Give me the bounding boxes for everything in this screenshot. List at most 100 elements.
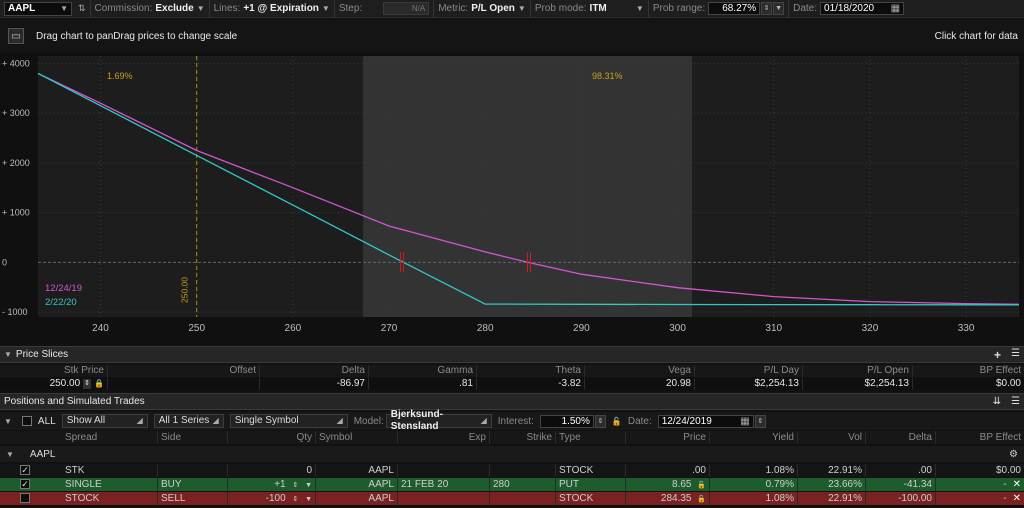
risk-profile-chart[interactable]: 240 250 260 270 280 290 300 310 320 330 + 4000 + 30… bbox=[0, 53, 1024, 344]
col-side: Side bbox=[158, 431, 228, 444]
delta-cell: .00 bbox=[866, 464, 936, 477]
lines-label: Lines: bbox=[213, 3, 241, 14]
x-tick-label: 240 bbox=[92, 323, 109, 334]
chevron-down-icon[interactable]: ▼ bbox=[197, 4, 205, 13]
gear-icon[interactable]: ⚙ bbox=[1009, 449, 1018, 460]
collapse-arrow-icon[interactable]: ▼ bbox=[4, 417, 12, 426]
side-cell[interactable] bbox=[158, 464, 228, 477]
row-checkbox[interactable] bbox=[20, 465, 30, 476]
menu-icon[interactable]: ☰ bbox=[1011, 348, 1020, 362]
chevron-down-icon[interactable]: ▼ bbox=[773, 2, 785, 15]
chevron-down-icon[interactable]: ▼ bbox=[60, 4, 68, 13]
lock-icon[interactable]: 🔓 bbox=[612, 417, 622, 426]
link-icon[interactable]: ⇅ bbox=[78, 3, 86, 14]
delta-cell: -86.97 bbox=[260, 378, 369, 390]
interest-input[interactable]: 1.50% bbox=[539, 414, 594, 428]
price-slices-title: Price Slices bbox=[15, 349, 69, 360]
step-input[interactable]: N/A bbox=[383, 2, 430, 15]
position-row[interactable]: SINGLE BUY +1 ⇕ ▼ AAPL 21 FEB 20 280 PUT… bbox=[0, 478, 1024, 491]
chart-settings-icon[interactable]: ▭ bbox=[8, 28, 24, 44]
model-dropdown[interactable]: Bjerksund-Stensland ◢ bbox=[385, 409, 492, 432]
qty-cell[interactable]: 0 bbox=[228, 464, 316, 477]
lock-icon[interactable]: 🔓 bbox=[697, 496, 706, 503]
calendar-icon[interactable]: ▦ bbox=[891, 3, 900, 14]
date-field: Date: 01/18/2020 ▦ bbox=[789, 0, 908, 18]
exp-cell[interactable] bbox=[398, 464, 490, 477]
chevron-down-icon[interactable]: ▼ bbox=[518, 4, 526, 13]
price-value: 8.65 bbox=[672, 479, 692, 490]
col-type: Type bbox=[556, 431, 626, 444]
type-cell[interactable]: STOCK bbox=[556, 492, 626, 505]
price-cell: 8.65 🔓 bbox=[626, 478, 710, 491]
bp-value: - bbox=[1003, 493, 1007, 504]
price-slices-header: Stk Price Offset Delta Gamma Theta Vega … bbox=[0, 365, 1024, 377]
add-icon[interactable]: + bbox=[994, 348, 1001, 362]
select-all-checkbox[interactable] bbox=[21, 416, 32, 426]
side-cell[interactable]: BUY bbox=[158, 478, 228, 491]
x-tick-label: 300 bbox=[669, 323, 686, 334]
chevron-down-icon[interactable]: ▼ bbox=[305, 482, 312, 489]
lock-icon[interactable]: 🔒 bbox=[94, 378, 104, 390]
price-slices-bar: ▼ Price Slices + ☰ bbox=[0, 346, 1024, 363]
col-offset: Offset bbox=[108, 365, 260, 377]
stepper-icon[interactable]: ⇕ bbox=[594, 414, 606, 428]
chevron-down-icon[interactable]: ▼ bbox=[305, 496, 312, 503]
strike-cell[interactable] bbox=[490, 464, 556, 477]
qty-cell[interactable]: +1 ⇕ ▼ bbox=[228, 478, 316, 491]
position-row[interactable]: STK 0 AAPL STOCK .00 1.08% 22.91% .00 $0… bbox=[0, 464, 1024, 477]
symbol-mode-dropdown[interactable]: Single Symbol ◢ bbox=[229, 414, 348, 428]
strike-cell[interactable]: 280 bbox=[490, 478, 556, 491]
lock-icon[interactable]: 🔓 bbox=[697, 482, 706, 489]
price-cell: 284.35 🔓 bbox=[626, 492, 710, 505]
stepper-icon[interactable]: ⇕ bbox=[292, 496, 298, 503]
stepper-icon[interactable]: ⇕ bbox=[754, 414, 766, 428]
y-tick-label: + 4000 bbox=[2, 58, 30, 68]
position-row[interactable]: STOCK SELL -100 ⇕ ▼ AAPL STOCK 284.35 🔓 … bbox=[0, 492, 1024, 505]
show-filter-dropdown[interactable]: Show All ◢ bbox=[61, 414, 148, 428]
band-probability-label: 98.31% bbox=[592, 71, 623, 81]
row-checkbox[interactable] bbox=[20, 493, 30, 504]
x-tick-label: 320 bbox=[862, 323, 879, 334]
close-icon[interactable]: ✕ bbox=[1013, 492, 1021, 505]
prob-range-input[interactable]: 68.27% bbox=[708, 2, 761, 15]
symbol-group-row[interactable]: ▼ AAPL ⚙ bbox=[0, 446, 1024, 462]
symbol-input[interactable]: AAPL ▼ bbox=[4, 1, 72, 16]
strike-cell[interactable] bbox=[490, 492, 556, 505]
x-tick-label: 280 bbox=[477, 323, 494, 334]
chevron-down-icon[interactable]: ▼ bbox=[636, 4, 644, 13]
chevron-down-icon[interactable]: ▼ bbox=[322, 4, 330, 13]
side-cell[interactable]: SELL bbox=[158, 492, 228, 505]
exp-cell[interactable]: 21 FEB 20 bbox=[398, 478, 490, 491]
calendar-icon[interactable]: ▦ bbox=[740, 416, 749, 427]
metric-label: Metric: bbox=[438, 3, 469, 14]
collapse-arrow-icon[interactable]: ▼ bbox=[6, 450, 14, 459]
stepper-icon[interactable]: ⇕ bbox=[761, 2, 773, 15]
stepper-icon[interactable]: ⇕ bbox=[292, 482, 298, 489]
close-icon[interactable]: ✕ bbox=[1013, 478, 1021, 491]
prob-mode-selector[interactable]: Prob mode: ITM ▼ bbox=[531, 0, 649, 18]
symbol-mode-value: Single Symbol bbox=[234, 415, 299, 426]
bp-effect-cell: $0.00 bbox=[995, 378, 1021, 389]
menu-icon[interactable]: ☰ bbox=[1011, 396, 1020, 407]
download-icon[interactable]: ⇊ bbox=[993, 396, 1001, 407]
row-checkbox[interactable] bbox=[20, 479, 30, 490]
type-cell: STOCK bbox=[556, 464, 626, 477]
symbol-selector[interactable]: AAPL ▼ ⇅ bbox=[0, 0, 91, 18]
positions-date-input[interactable]: 12/24/2019 ▦ bbox=[657, 414, 754, 428]
date-value: 01/18/2020 bbox=[824, 3, 875, 14]
chart-svg[interactable]: 240 250 260 270 280 290 300 310 320 330 + 4000 + 30… bbox=[0, 53, 1024, 344]
lines-value: +1 @ Expiration bbox=[243, 3, 319, 14]
collapse-arrow-icon[interactable]: ▼ bbox=[4, 350, 12, 359]
commission-selector[interactable]: Commission: Exclude ▼ bbox=[91, 0, 210, 18]
chevron-down-icon: ◢ bbox=[336, 416, 343, 425]
lines-selector[interactable]: Lines: +1 @ Expiration ▼ bbox=[210, 0, 335, 18]
exp-cell[interactable] bbox=[398, 492, 490, 505]
stk-price-value[interactable]: 250.00 bbox=[50, 378, 81, 390]
qty-cell[interactable]: -100 ⇕ ▼ bbox=[228, 492, 316, 505]
date-input[interactable]: 01/18/2020 ▦ bbox=[820, 2, 905, 15]
type-cell[interactable]: PUT bbox=[556, 478, 626, 491]
stepper-icon[interactable]: ⇕ bbox=[83, 379, 92, 389]
series-dropdown[interactable]: All 1 Series ◢ bbox=[153, 414, 224, 428]
y-tick-label: 0 bbox=[2, 257, 7, 267]
metric-selector[interactable]: Metric: P/L Open ▼ bbox=[434, 0, 531, 18]
